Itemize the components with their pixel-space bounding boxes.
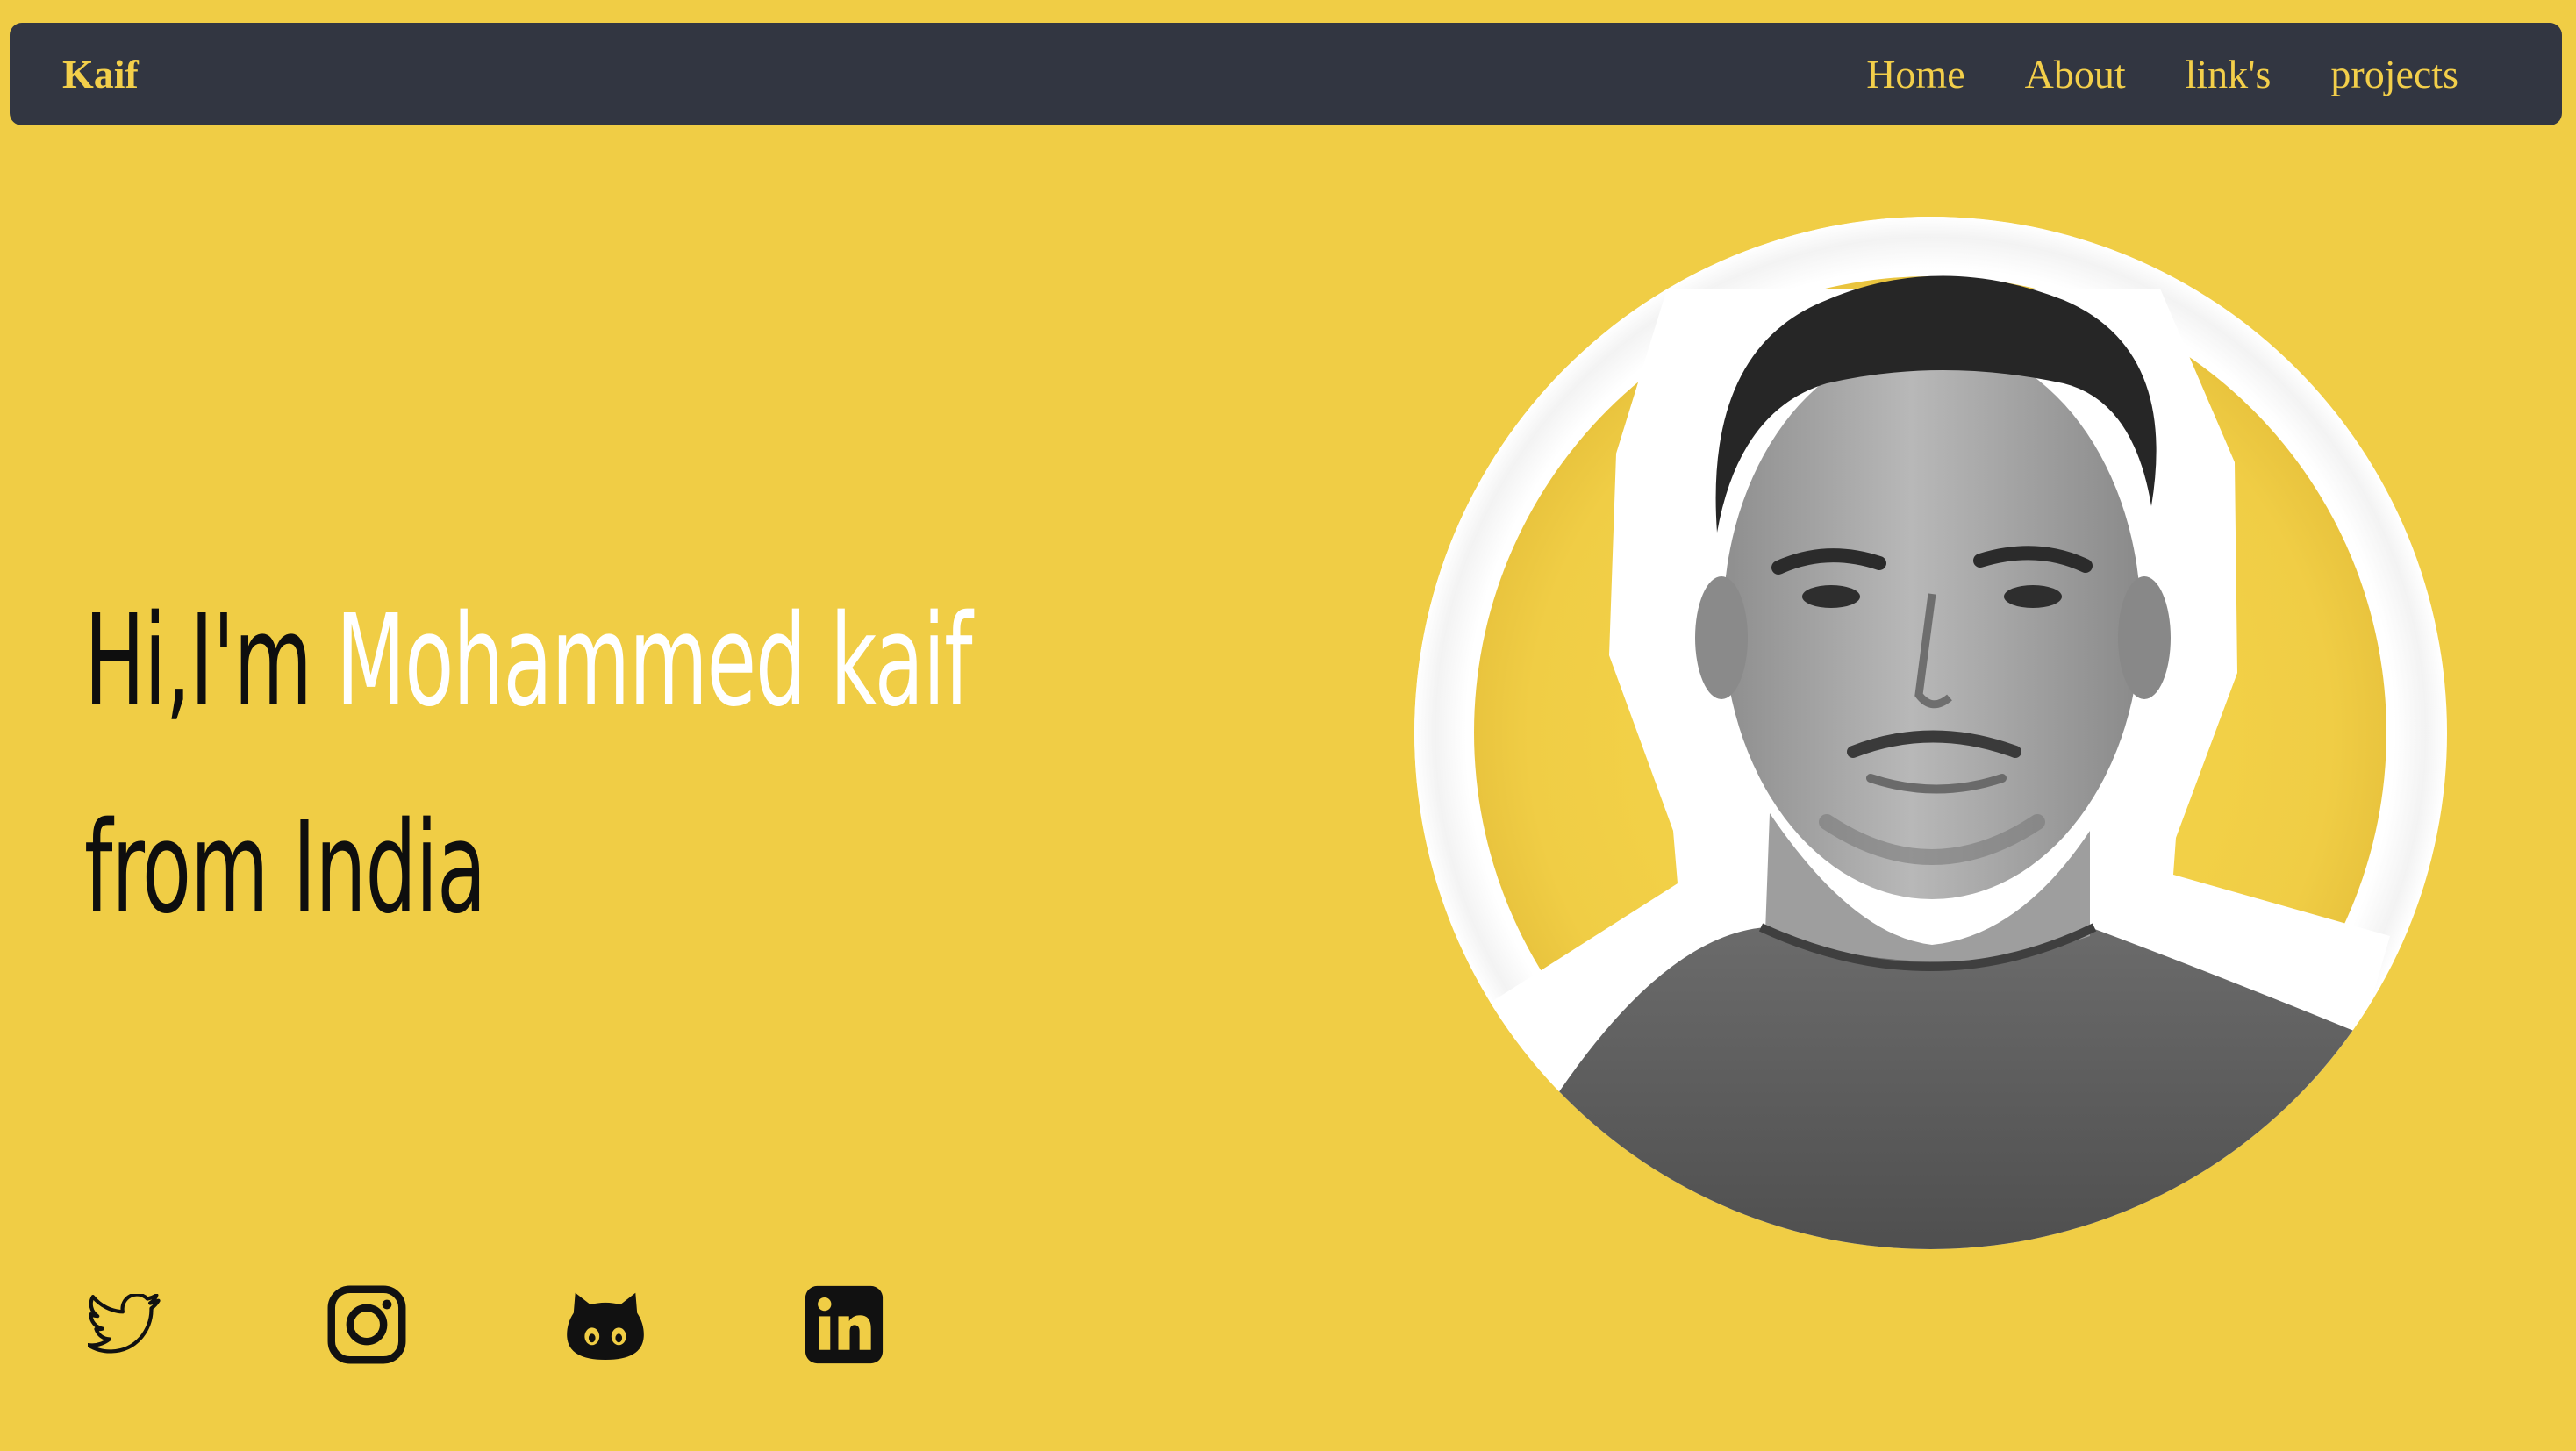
nav-link-home[interactable]: Home (1866, 51, 1964, 97)
instagram-link[interactable] (326, 1281, 565, 1369)
hero-headline: Hi,I'm Mohammed kaif from India (84, 557, 973, 971)
github-icon (567, 1292, 644, 1360)
linkedin-link[interactable] (804, 1281, 1042, 1369)
brand-logo[interactable]: Kaif (62, 23, 139, 125)
linkedin-icon (805, 1285, 884, 1364)
nav-link-about[interactable]: About (2025, 51, 2126, 97)
profile-photo-image (1414, 217, 2446, 1249)
profile-photo (1414, 217, 2447, 1249)
github-link[interactable] (565, 1281, 804, 1369)
hero-location: from India (84, 794, 486, 941)
nav-link-links[interactable]: link's (2186, 51, 2272, 97)
social-links (88, 1281, 1042, 1369)
twitter-link[interactable] (88, 1281, 326, 1369)
nav-link-projects[interactable]: projects (2330, 51, 2458, 97)
twitter-icon (88, 1294, 161, 1354)
instagram-icon (327, 1285, 406, 1364)
navbar: Kaif Home About link's projects (10, 23, 2562, 125)
hero-name: Mohammed kaif (335, 587, 973, 734)
nav-links: Home About link's projects (1866, 23, 2458, 125)
hero-greeting: Hi,I'm (84, 587, 336, 734)
